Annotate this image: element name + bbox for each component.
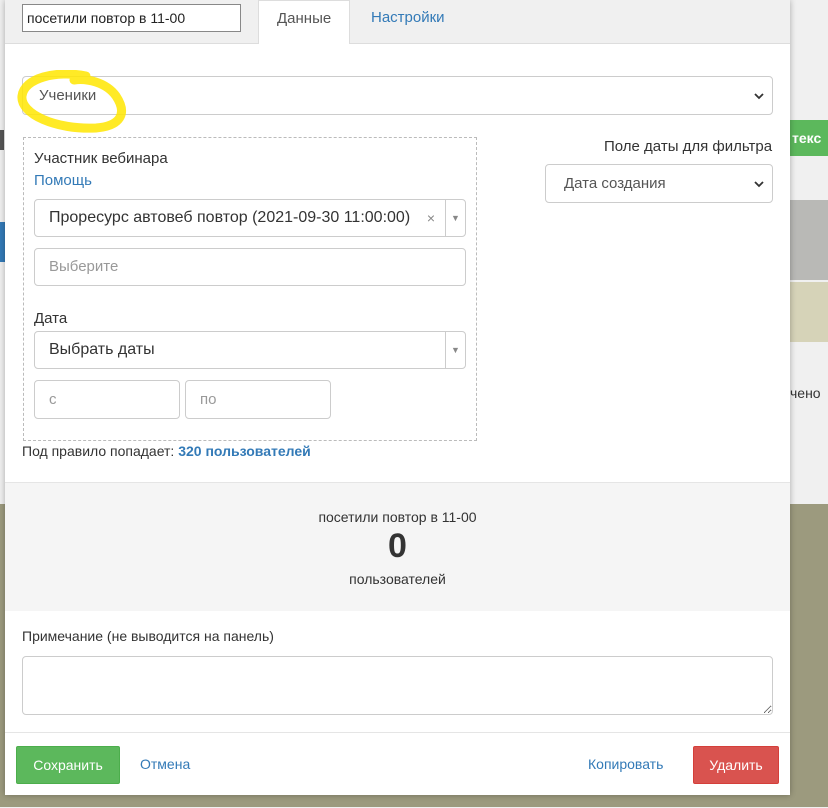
- rule-count: Под правило попадает: 320 пользователей: [22, 443, 311, 459]
- segment-summary: посетили повтор в 11-00 0 пользователей: [5, 482, 790, 611]
- rule-title: Участник вебинара: [34, 150, 168, 167]
- date-field-filter-label: Поле даты для фильтра: [604, 138, 773, 155]
- clear-icon[interactable]: ×: [427, 200, 435, 236]
- background-panel: [790, 200, 828, 280]
- help-link[interactable]: Помощь: [34, 172, 92, 189]
- background-left-mark: [0, 130, 4, 150]
- note-label: Примечание (не выводится на панель): [22, 628, 274, 644]
- save-button[interactable]: Сохранить: [16, 746, 120, 784]
- choose-input[interactable]: Выберите: [34, 248, 466, 286]
- webinar-select[interactable]: Проресурс автовеб повтор (2021-09-30 11:…: [34, 199, 466, 237]
- segment-type-select[interactable]: Ученики: [22, 76, 773, 115]
- note-textarea[interactable]: [22, 656, 773, 715]
- chevron-down-icon: [754, 92, 764, 99]
- date-from-placeholder: с: [49, 391, 57, 408]
- choose-placeholder: Выберите: [49, 258, 119, 275]
- modal-footer: Сохранить Отмена Копировать Удалить: [5, 732, 790, 796]
- rule-count-prefix: Под правило попадает:: [22, 443, 175, 459]
- date-range-select[interactable]: Выбрать даты ▼: [34, 331, 466, 369]
- date-label: Дата: [34, 310, 68, 327]
- chevron-down-icon: [754, 180, 764, 187]
- summary-count: 0: [388, 527, 407, 565]
- date-to-input[interactable]: по: [185, 380, 331, 419]
- background-text: чено: [790, 385, 821, 401]
- webinar-value: Проресурс автовеб повтор (2021-09-30 11:…: [49, 209, 411, 226]
- background-green-button: текс: [790, 120, 828, 156]
- summary-name: посетили повтор в 11-00: [318, 509, 477, 525]
- tab-settings[interactable]: Настройки: [353, 0, 463, 43]
- delete-button[interactable]: Удалить: [693, 746, 779, 784]
- summary-unit: пользователей: [349, 571, 446, 587]
- date-from-input[interactable]: с: [34, 380, 180, 419]
- rule-count-link[interactable]: 320 пользователей: [178, 443, 311, 459]
- date-field-filter-select[interactable]: Дата создания: [545, 164, 773, 203]
- modal-header: Данные Настройки: [5, 0, 790, 44]
- date-range-value: Выбрать даты: [49, 341, 155, 358]
- background-beige-block: [790, 282, 828, 342]
- segment-name-input[interactable]: [22, 4, 241, 32]
- date-to-placeholder: по: [200, 391, 217, 408]
- tab-data[interactable]: Данные: [258, 0, 351, 44]
- date-field-filter-value: Дата создания: [564, 175, 666, 192]
- yellow-highlight-mark: [17, 70, 126, 133]
- cancel-button[interactable]: Отмена: [140, 746, 190, 784]
- copy-button[interactable]: Копировать: [588, 746, 663, 784]
- segment-modal: Данные Настройки Ученики Поле даты для ф…: [5, 0, 790, 795]
- dropdown-arrow-icon[interactable]: ▼: [445, 200, 465, 236]
- dropdown-arrow-icon[interactable]: ▼: [445, 332, 465, 368]
